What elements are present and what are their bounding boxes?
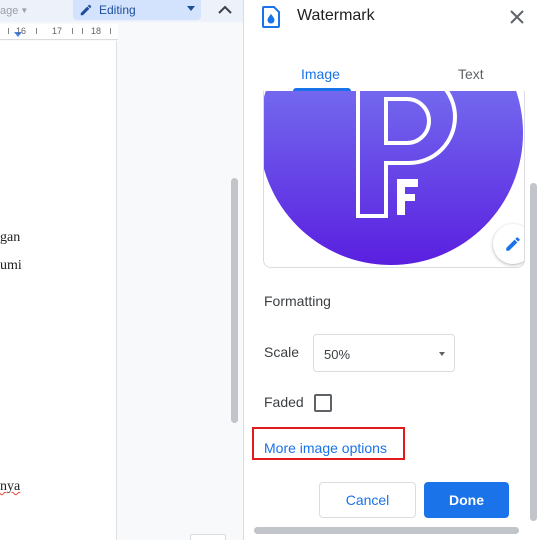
ruler-tick <box>36 28 37 34</box>
page-setting-menu[interactable]: age ▼ <box>0 0 28 22</box>
app-root: age ▼ Editing 16 17 18 gan umi nya Water… <box>0 0 540 540</box>
done-button[interactable]: Done <box>424 482 509 518</box>
scale-value: 50% <box>324 347 351 362</box>
editing-mode-label: Editing <box>99 3 136 17</box>
docs-toolbar: age ▼ Editing <box>0 0 243 22</box>
more-image-options-link[interactable]: More image options <box>264 440 387 456</box>
panel-title: Watermark <box>297 7 375 24</box>
cancel-button[interactable]: Cancel <box>319 482 416 518</box>
ruler-label: 16 <box>16 26 27 36</box>
dropdown-arrow-icon <box>439 352 445 356</box>
watermark-image-preview <box>264 91 523 265</box>
panel-horizontal-scrollbar[interactable] <box>254 527 519 534</box>
editing-mode-button[interactable]: Editing <box>73 0 201 20</box>
tab-text[interactable]: Text <box>458 66 484 82</box>
document-scrollbar[interactable] <box>231 178 238 423</box>
page-setting-label: age <box>0 5 19 17</box>
horizontal-ruler: 16 17 18 <box>0 24 118 40</box>
panel-vertical-scrollbar[interactable] <box>530 183 537 521</box>
chevron-down-icon: ▼ <box>20 6 29 15</box>
edit-image-button[interactable] <box>493 224 524 264</box>
pencil-icon <box>80 4 92 16</box>
ruler-tick <box>82 28 83 34</box>
document-text-fragment: nya <box>0 479 21 494</box>
watermark-doc-icon <box>262 6 280 28</box>
watermark-panel: Watermark Image Text Formatting Scale 50… <box>243 0 540 540</box>
ruler-tick <box>8 28 9 34</box>
faded-checkbox[interactable] <box>314 394 332 412</box>
ruler-label: 18 <box>91 26 102 36</box>
scale-label: Scale <box>264 344 300 360</box>
caret-down-icon <box>187 6 195 11</box>
panel-header: Watermark <box>244 0 540 36</box>
edit-pencil-icon <box>506 237 520 251</box>
chevron-up-icon[interactable] <box>216 2 234 18</box>
watermark-tabs: Image Text <box>244 58 540 91</box>
document-text-fragment: umi <box>0 258 22 273</box>
document-page[interactable] <box>0 41 117 540</box>
tab-image[interactable]: Image <box>301 66 340 82</box>
ruler-tick <box>72 28 73 34</box>
faded-label: Faded <box>264 394 304 410</box>
document-text-fragment: gan <box>0 230 21 245</box>
close-icon[interactable] <box>508 8 526 26</box>
formatting-heading: Formatting <box>264 293 331 309</box>
image-preview-card <box>263 91 525 268</box>
scale-select[interactable]: 50% <box>313 334 455 372</box>
ruler-tick <box>110 28 111 34</box>
ruler-label: 17 <box>52 26 63 36</box>
explore-button[interactable] <box>190 534 226 540</box>
